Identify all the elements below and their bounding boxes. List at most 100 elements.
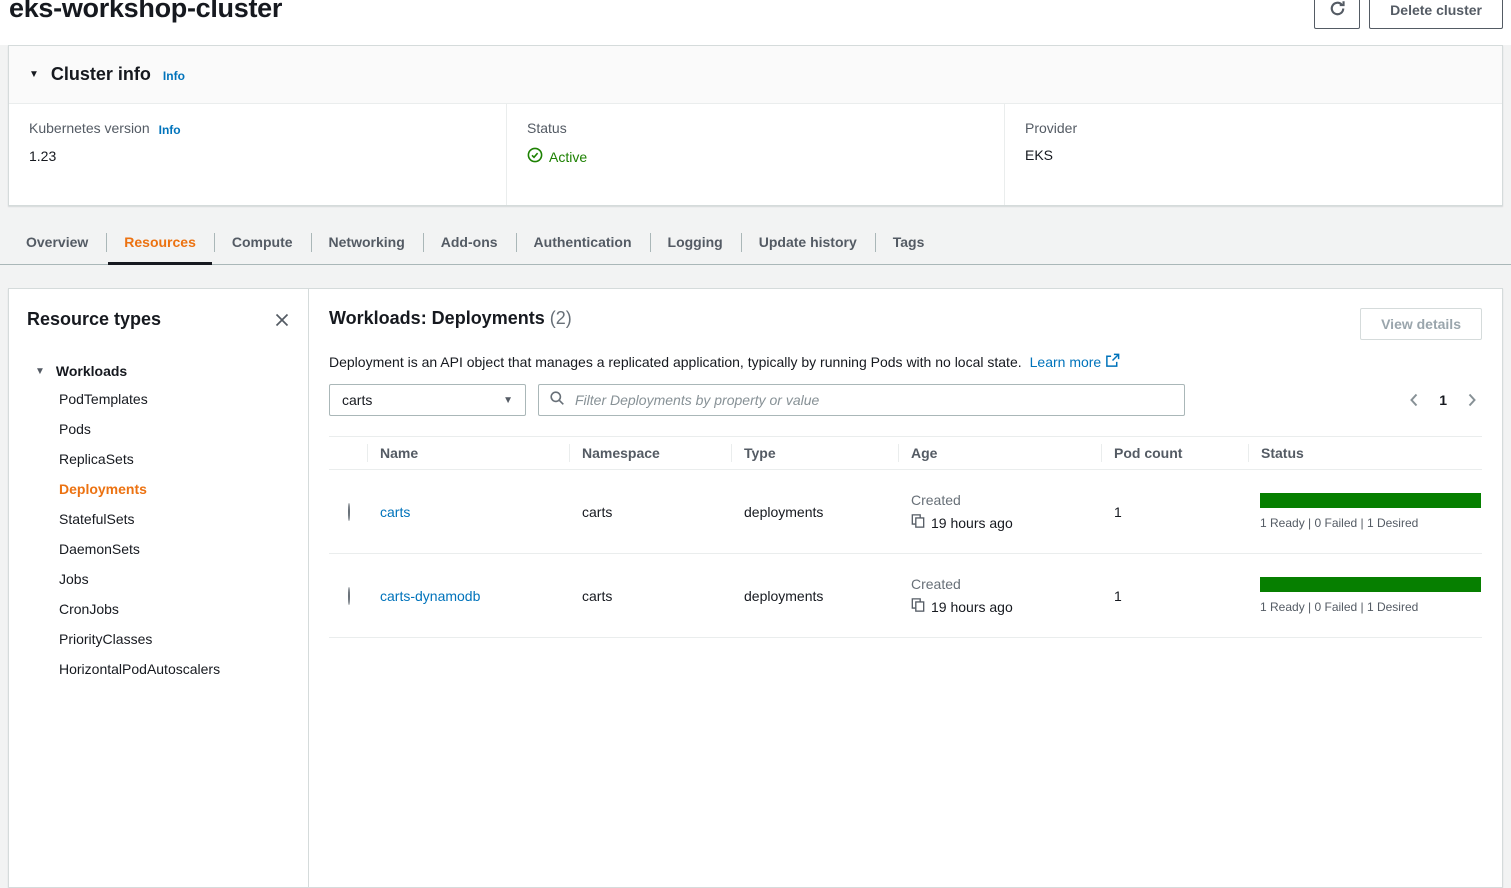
deployment-age: Created 19 hours ago	[898, 492, 1101, 531]
status-label: Status	[527, 120, 567, 136]
age-value-text: 19 hours ago	[931, 599, 1013, 615]
tab-networking[interactable]: Networking	[311, 221, 423, 264]
status-progress-bar	[1260, 577, 1481, 592]
deployment-name-link[interactable]: carts	[380, 504, 410, 520]
sidebar-item-podtemplates[interactable]: PodTemplates	[27, 384, 290, 414]
filter-dropdown[interactable]: carts ▼	[329, 384, 526, 416]
cluster-tabs: Overview Resources Compute Networking Ad…	[0, 221, 1511, 265]
row-radio-button[interactable]	[348, 503, 350, 521]
tab-add-ons[interactable]: Add-ons	[423, 221, 516, 264]
tab-overview[interactable]: Overview	[8, 221, 106, 264]
provider-field: Provider EKS	[1004, 104, 1502, 205]
dropdown-caret-icon: ▼	[503, 395, 513, 406]
search-box	[538, 384, 1185, 416]
sidebar-item-cronjobs[interactable]: CronJobs	[27, 594, 290, 624]
status-text: 1 Ready | 0 Failed | 1 Desired	[1260, 600, 1481, 614]
age-created-label: Created	[911, 492, 1101, 508]
tab-compute[interactable]: Compute	[214, 221, 311, 264]
filter-row: carts ▼ 1	[329, 384, 1482, 416]
sidebar-item-horizontalpodautoscalers[interactable]: HorizontalPodAutoscalers	[27, 654, 290, 684]
cluster-info-body: Kubernetes version Info 1.23 Status Acti…	[9, 104, 1502, 205]
row-radio-button[interactable]	[348, 587, 350, 605]
page-number[interactable]: 1	[1439, 392, 1447, 408]
sidebar-item-priorityclasses[interactable]: PriorityClasses	[27, 624, 290, 654]
deployment-name-link[interactable]: carts-dynamodb	[380, 588, 480, 604]
kubernetes-version-label: Kubernetes version	[29, 120, 150, 136]
deployment-age: Created 19 hours ago	[898, 576, 1101, 615]
view-details-button[interactable]: View details	[1360, 308, 1482, 340]
page-title: eks-workshop-cluster	[9, 0, 282, 24]
sidebar-item-pods[interactable]: Pods	[27, 414, 290, 444]
filter-dropdown-value: carts	[342, 392, 372, 408]
tree-caret-icon: ▼	[35, 366, 45, 377]
learn-more-label: Learn more	[1030, 354, 1102, 370]
close-icon[interactable]	[274, 312, 290, 328]
tab-authentication[interactable]: Authentication	[516, 221, 650, 264]
kubernetes-version-info-link[interactable]: Info	[159, 123, 181, 137]
deployments-description: Deployment is an API object that manages…	[329, 353, 1482, 371]
provider-value: EKS	[1025, 147, 1482, 163]
select-column-header	[329, 437, 367, 469]
table-row: carts carts deployments Created 19 hours…	[329, 470, 1482, 554]
check-circle-icon	[527, 147, 543, 166]
filter-search-input[interactable]	[573, 391, 1174, 409]
learn-more-link[interactable]: Learn more	[1030, 353, 1121, 371]
deployment-pod-count: 1	[1101, 588, 1248, 604]
table-body: carts carts deployments Created 19 hours…	[329, 470, 1482, 638]
deployments-table: Name Namespace Type Age Pod count Status…	[329, 436, 1482, 638]
pagination: 1	[1408, 392, 1482, 408]
kubernetes-version-value: 1.23	[29, 148, 486, 164]
deployment-pod-count: 1	[1101, 504, 1248, 520]
tab-logging[interactable]: Logging	[650, 221, 741, 264]
deployments-content: Workloads: Deployments(2) View details D…	[309, 289, 1502, 887]
sidebar-item-deployments[interactable]: Deployments	[27, 474, 290, 504]
age-created-label: Created	[911, 576, 1101, 592]
previous-page-icon[interactable]	[1408, 392, 1419, 408]
page-actions: Delete cluster	[1314, 0, 1503, 29]
external-link-icon	[1105, 353, 1120, 371]
deployment-namespace: carts	[569, 588, 731, 604]
sidebar-group-label: Workloads	[56, 363, 127, 379]
tab-resources[interactable]: Resources	[106, 221, 214, 264]
cluster-info-title: Cluster info	[51, 64, 151, 85]
page-header: eks-workshop-cluster Delete cluster	[0, 0, 1511, 45]
sidebar-items: PodTemplates Pods ReplicaSets Deployment…	[27, 384, 290, 684]
sidebar-item-replicasets[interactable]: ReplicaSets	[27, 444, 290, 474]
status-field: Status Active	[506, 104, 1004, 205]
status-value: Active	[549, 149, 587, 165]
delete-cluster-button[interactable]: Delete cluster	[1369, 0, 1503, 29]
deployment-type: deployments	[731, 588, 898, 604]
kubernetes-version-field: Kubernetes version Info 1.23	[9, 104, 506, 205]
cluster-info-info-link[interactable]: Info	[163, 69, 185, 83]
deployment-status: 1 Ready | 0 Failed | 1 Desired	[1248, 577, 1482, 614]
deployments-title: Workloads: Deployments(2)	[329, 308, 572, 329]
column-header-age: Age	[898, 437, 1101, 469]
column-header-status: Status	[1248, 437, 1482, 469]
tab-update-history[interactable]: Update history	[741, 221, 875, 264]
column-header-pod-count: Pod count	[1101, 437, 1248, 469]
search-icon	[549, 390, 565, 411]
deployment-status: 1 Ready | 0 Failed | 1 Desired	[1248, 493, 1482, 530]
column-header-type: Type	[731, 437, 898, 469]
tab-tags[interactable]: Tags	[875, 221, 943, 264]
deployments-title-text: Workloads: Deployments	[329, 308, 545, 328]
deployments-count: (2)	[550, 308, 572, 328]
refresh-button[interactable]	[1314, 0, 1360, 29]
sidebar-item-jobs[interactable]: Jobs	[27, 564, 290, 594]
copy-icon[interactable]	[911, 514, 925, 531]
deployment-namespace: carts	[569, 504, 731, 520]
status-text: 1 Ready | 0 Failed | 1 Desired	[1260, 516, 1481, 530]
copy-icon[interactable]	[911, 598, 925, 615]
sidebar-group-workloads[interactable]: ▼ Workloads	[27, 363, 290, 379]
provider-label: Provider	[1025, 120, 1077, 136]
resource-types-sidebar: Resource types ▼ Workloads PodTemplates …	[9, 289, 309, 887]
table-header-row: Name Namespace Type Age Pod count Status	[329, 436, 1482, 470]
sidebar-item-daemonsets[interactable]: DaemonSets	[27, 534, 290, 564]
status-progress-bar	[1260, 493, 1481, 508]
cluster-info-header[interactable]: ▼ Cluster info Info	[9, 46, 1502, 104]
sidebar-item-statefulsets[interactable]: StatefulSets	[27, 504, 290, 534]
description-text: Deployment is an API object that manages…	[329, 354, 1022, 370]
next-page-icon[interactable]	[1467, 392, 1478, 408]
deployment-type: deployments	[731, 504, 898, 520]
refresh-icon	[1329, 0, 1346, 20]
